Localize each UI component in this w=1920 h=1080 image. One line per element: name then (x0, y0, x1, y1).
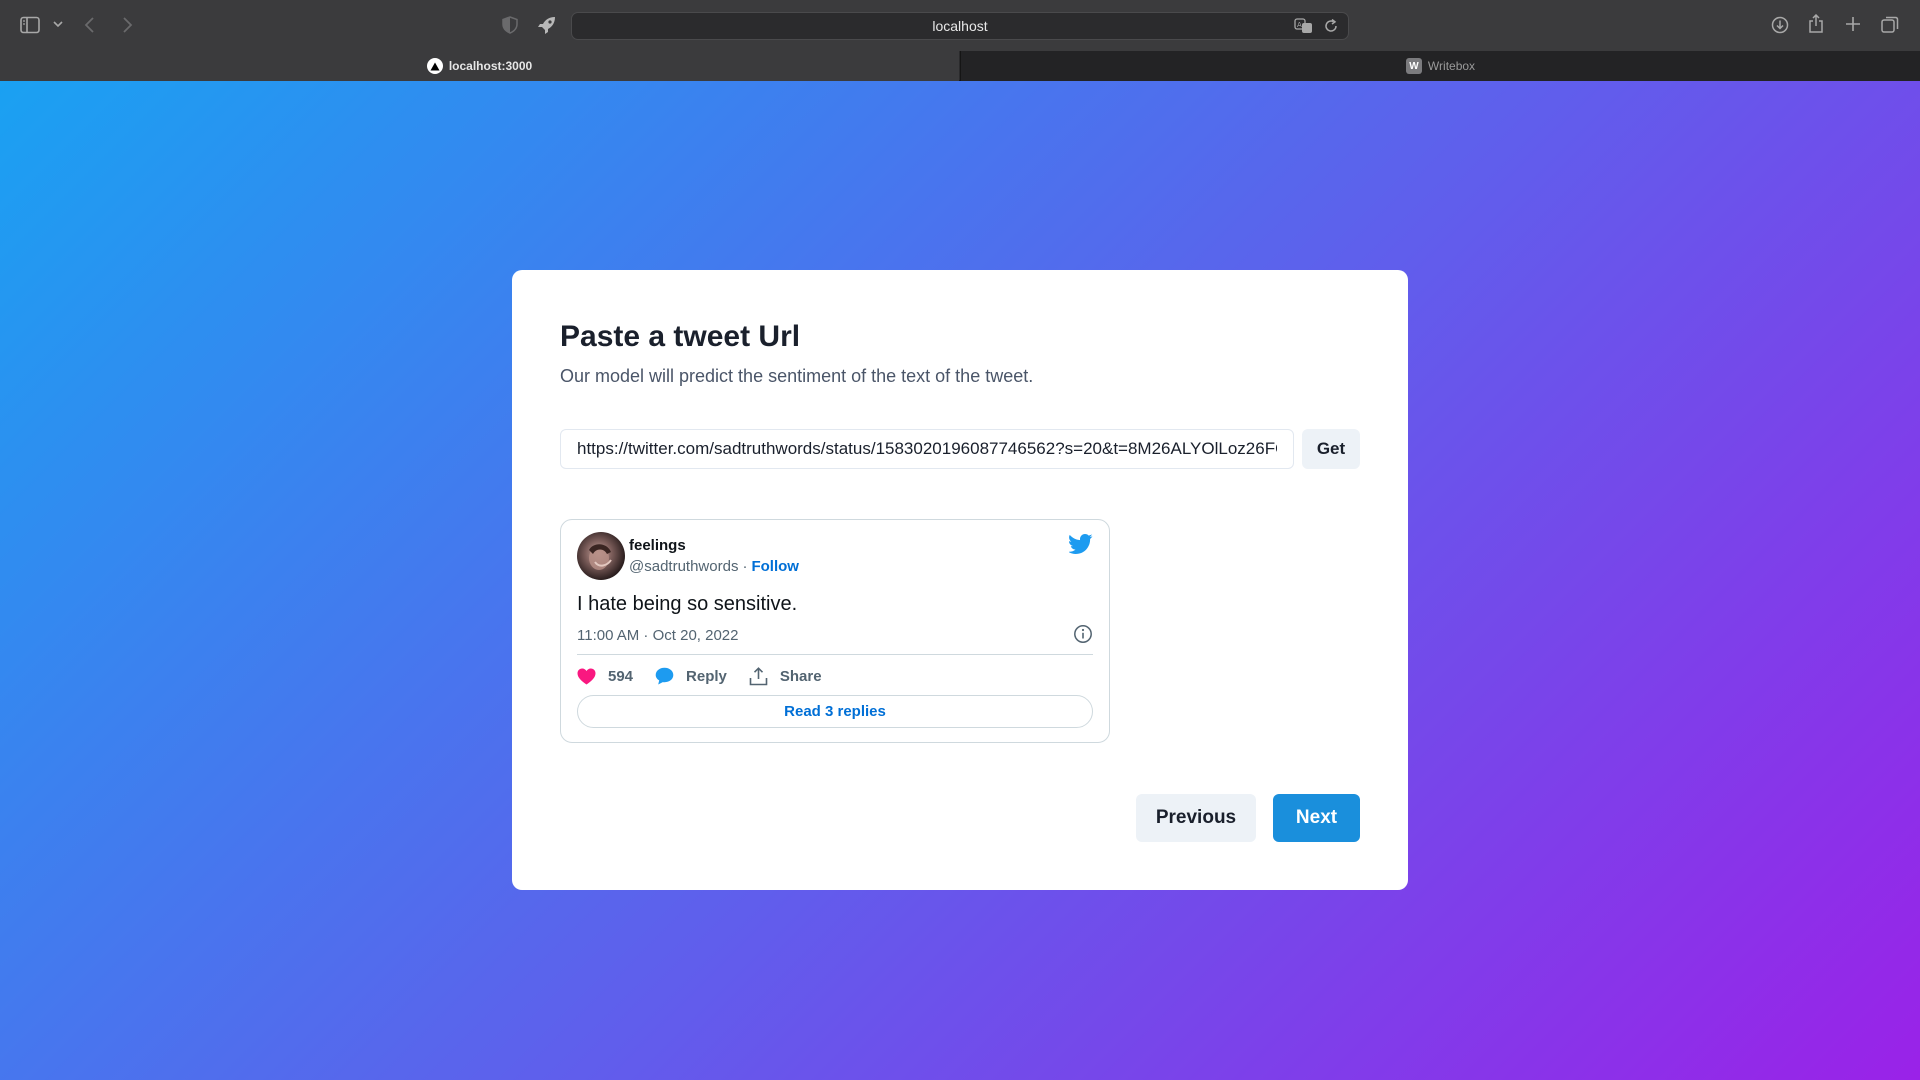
tab-title: localhost:3000 (448, 59, 533, 73)
previous-button[interactable]: Previous (1136, 794, 1256, 842)
like-count: 594 (608, 667, 634, 685)
address-bar[interactable]: localhost A (571, 12, 1349, 40)
tab-overview-icon[interactable] (1881, 16, 1899, 34)
reply-button[interactable]: Reply (655, 667, 727, 685)
page-subtitle: Our model will predict the sentiment of … (560, 366, 1034, 386)
share-label: Share (779, 667, 822, 685)
share-button[interactable]: Share (749, 666, 822, 686)
tweet-url-input[interactable] (560, 429, 1294, 469)
read-replies-button[interactable]: Read 3 replies (577, 695, 1093, 728)
address-text: localhost (932, 18, 988, 34)
tab-localhost[interactable]: localhost:3000 (0, 51, 959, 81)
form-card: Paste a tweet Url Our model will predict… (512, 270, 1408, 890)
svg-text:A: A (1297, 21, 1302, 29)
tweet-timestamp[interactable]: 11:00 AM · Oct 20, 2022 (577, 627, 738, 644)
page-title: Paste a tweet Url (560, 320, 801, 353)
tweet-text: I hate being so sensitive. (577, 593, 798, 615)
new-tab-icon[interactable] (1845, 16, 1861, 32)
like-button[interactable]: 594 (577, 668, 633, 685)
share-upload-icon (749, 666, 768, 685)
forward-icon[interactable] (121, 16, 133, 34)
tab-title: Writebox (1427, 59, 1476, 73)
translate-icon[interactable]: A (1294, 18, 1314, 37)
triangle-logo-icon (426, 58, 443, 74)
reply-label: Reply (686, 667, 727, 685)
tab-writebox[interactable]: W Writebox (960, 51, 1920, 81)
reply-bubble-icon (655, 667, 674, 685)
tweet-handle-row: @sadtruthwords · Follow (629, 558, 799, 575)
avatar[interactable] (577, 532, 625, 580)
info-icon[interactable] (1073, 624, 1093, 649)
reload-icon[interactable] (1324, 18, 1338, 36)
tweet-embed: feelings @sadtruthwords · Follow I hate … (560, 519, 1110, 743)
twitter-bird-icon[interactable] (1068, 534, 1093, 559)
w-logo-icon: W (1405, 58, 1422, 74)
get-button[interactable]: Get (1302, 429, 1360, 469)
next-button[interactable]: Next (1273, 794, 1360, 842)
tab-bar: localhost:3000 W Writebox (0, 51, 1920, 81)
download-icon[interactable] (1771, 16, 1789, 34)
sidebar-icon[interactable] (20, 16, 40, 34)
follow-link[interactable]: Follow (751, 558, 799, 575)
tweet-divider (577, 654, 1093, 655)
page-background: Paste a tweet Url Our model will predict… (0, 81, 1920, 1080)
heart-icon (577, 668, 596, 684)
tweet-author-name[interactable]: feelings (629, 537, 686, 554)
separator-dot: · (742, 558, 748, 575)
rocket-icon[interactable] (537, 15, 557, 35)
shield-icon[interactable] (502, 16, 518, 34)
chevron-down-icon[interactable] (53, 20, 63, 28)
browser-toolbar: localhost A (0, 0, 1920, 51)
back-icon[interactable] (84, 16, 96, 34)
share-icon[interactable] (1808, 14, 1824, 34)
tweet-actions: 594 Reply Share (577, 664, 844, 688)
tweet-handle[interactable]: @sadtruthwords (629, 558, 738, 575)
